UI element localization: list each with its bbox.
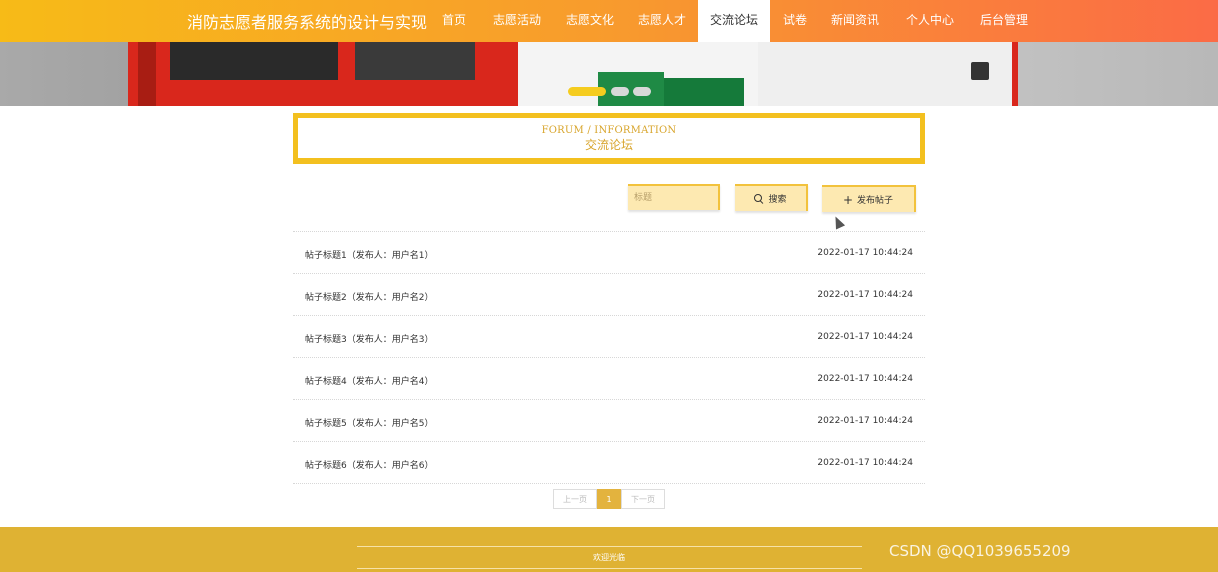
carousel-dot-1[interactable]	[568, 87, 606, 96]
post-date: 2022-01-17 10:44:24	[817, 248, 913, 258]
section-title-cn: 交流论坛	[584, 138, 633, 152]
post-row[interactable]: 帖子标题6（发布人：用户名6） 2022-01-17 10:44:24	[293, 441, 925, 483]
nav-item-exam[interactable]: 试卷	[783, 0, 807, 42]
list-divider	[293, 483, 925, 484]
plus-icon: +	[842, 192, 854, 207]
footer-divider-bottom	[357, 568, 862, 569]
post-date: 2022-01-17 10:44:24	[817, 416, 913, 426]
carousel-dot-3[interactable]	[633, 87, 651, 96]
banner-truck-edge	[138, 42, 156, 106]
nav-item-home[interactable]: 首页	[442, 0, 466, 42]
post-title[interactable]: 帖子标题6（发布人：用户名6）	[305, 458, 433, 471]
post-row[interactable]: 帖子标题4（发布人：用户名4） 2022-01-17 10:44:24	[293, 357, 925, 399]
nav-item-talent[interactable]: 志愿人才	[638, 0, 686, 42]
carousel-dot-2[interactable]	[611, 87, 629, 96]
search-button[interactable]: 搜索	[735, 184, 808, 211]
nav-item-culture[interactable]: 志愿文化	[566, 0, 614, 42]
search-icon	[754, 193, 764, 204]
nav-item-profile[interactable]: 个人中心	[906, 0, 954, 42]
banner-truck-window	[170, 42, 338, 80]
title-search-input[interactable]	[628, 184, 720, 210]
mouse-cursor-icon	[830, 214, 846, 230]
post-list: 帖子标题1（发布人：用户名1） 2022-01-17 10:44:24 帖子标题…	[293, 231, 925, 484]
post-date: 2022-01-17 10:44:24	[817, 374, 913, 384]
search-button-label: 搜索	[768, 195, 787, 205]
banner-green-box	[598, 72, 664, 106]
new-post-button-label: 发布帖子	[857, 196, 894, 206]
banner-carousel[interactable]	[0, 42, 1218, 106]
new-post-button[interactable]: + 发布帖子	[822, 185, 916, 212]
post-row[interactable]: 帖子标题5（发布人：用户名5） 2022-01-17 10:44:24	[293, 399, 925, 441]
top-nav: 消防志愿者服务系统的设计与实现 首页 志愿活动 志愿文化 志愿人才 交流论坛 试…	[0, 0, 1218, 42]
nav-item-activities[interactable]: 志愿活动	[493, 0, 541, 42]
post-date: 2022-01-17 10:44:24	[817, 458, 913, 468]
banner-truck-knob	[971, 62, 989, 80]
post-title[interactable]: 帖子标题5（发布人：用户名5）	[305, 416, 433, 429]
banner-truck-window-2	[355, 42, 475, 80]
page-1-button[interactable]: 1	[597, 489, 621, 509]
pagination: 上一页 1 下一页	[553, 489, 665, 509]
nav-item-forum[interactable]: 交流论坛	[698, 0, 770, 42]
footer-divider-top	[357, 546, 862, 547]
prev-page-button[interactable]: 上一页	[553, 489, 597, 509]
post-title[interactable]: 帖子标题3（发布人：用户名3）	[305, 332, 433, 345]
post-title[interactable]: 帖子标题4（发布人：用户名4）	[305, 374, 433, 387]
watermark: CSDN @QQ1039655209	[889, 542, 1071, 560]
nav-item-news[interactable]: 新闻资讯	[831, 0, 879, 42]
site-title[interactable]: 消防志愿者服务系统的设计与实现	[187, 9, 427, 33]
section-header: FORUM / INFORMATION 交流论坛	[293, 113, 925, 164]
post-title[interactable]: 帖子标题1（发布人：用户名1）	[305, 248, 433, 261]
section-title-en: FORUM / INFORMATION	[541, 125, 677, 136]
next-page-button[interactable]: 下一页	[621, 489, 665, 509]
banner-truck-stripe	[1012, 42, 1018, 106]
post-row[interactable]: 帖子标题1（发布人：用户名1） 2022-01-17 10:44:24	[293, 231, 925, 273]
post-date: 2022-01-17 10:44:24	[817, 332, 913, 342]
post-row[interactable]: 帖子标题2（发布人：用户名2） 2022-01-17 10:44:24	[293, 273, 925, 315]
nav-item-admin[interactable]: 后台管理	[980, 0, 1028, 42]
post-row[interactable]: 帖子标题3（发布人：用户名3） 2022-01-17 10:44:24	[293, 315, 925, 357]
post-title[interactable]: 帖子标题2（发布人：用户名2）	[305, 290, 433, 303]
banner-green-box-2	[664, 78, 744, 106]
post-date: 2022-01-17 10:44:24	[817, 290, 913, 300]
